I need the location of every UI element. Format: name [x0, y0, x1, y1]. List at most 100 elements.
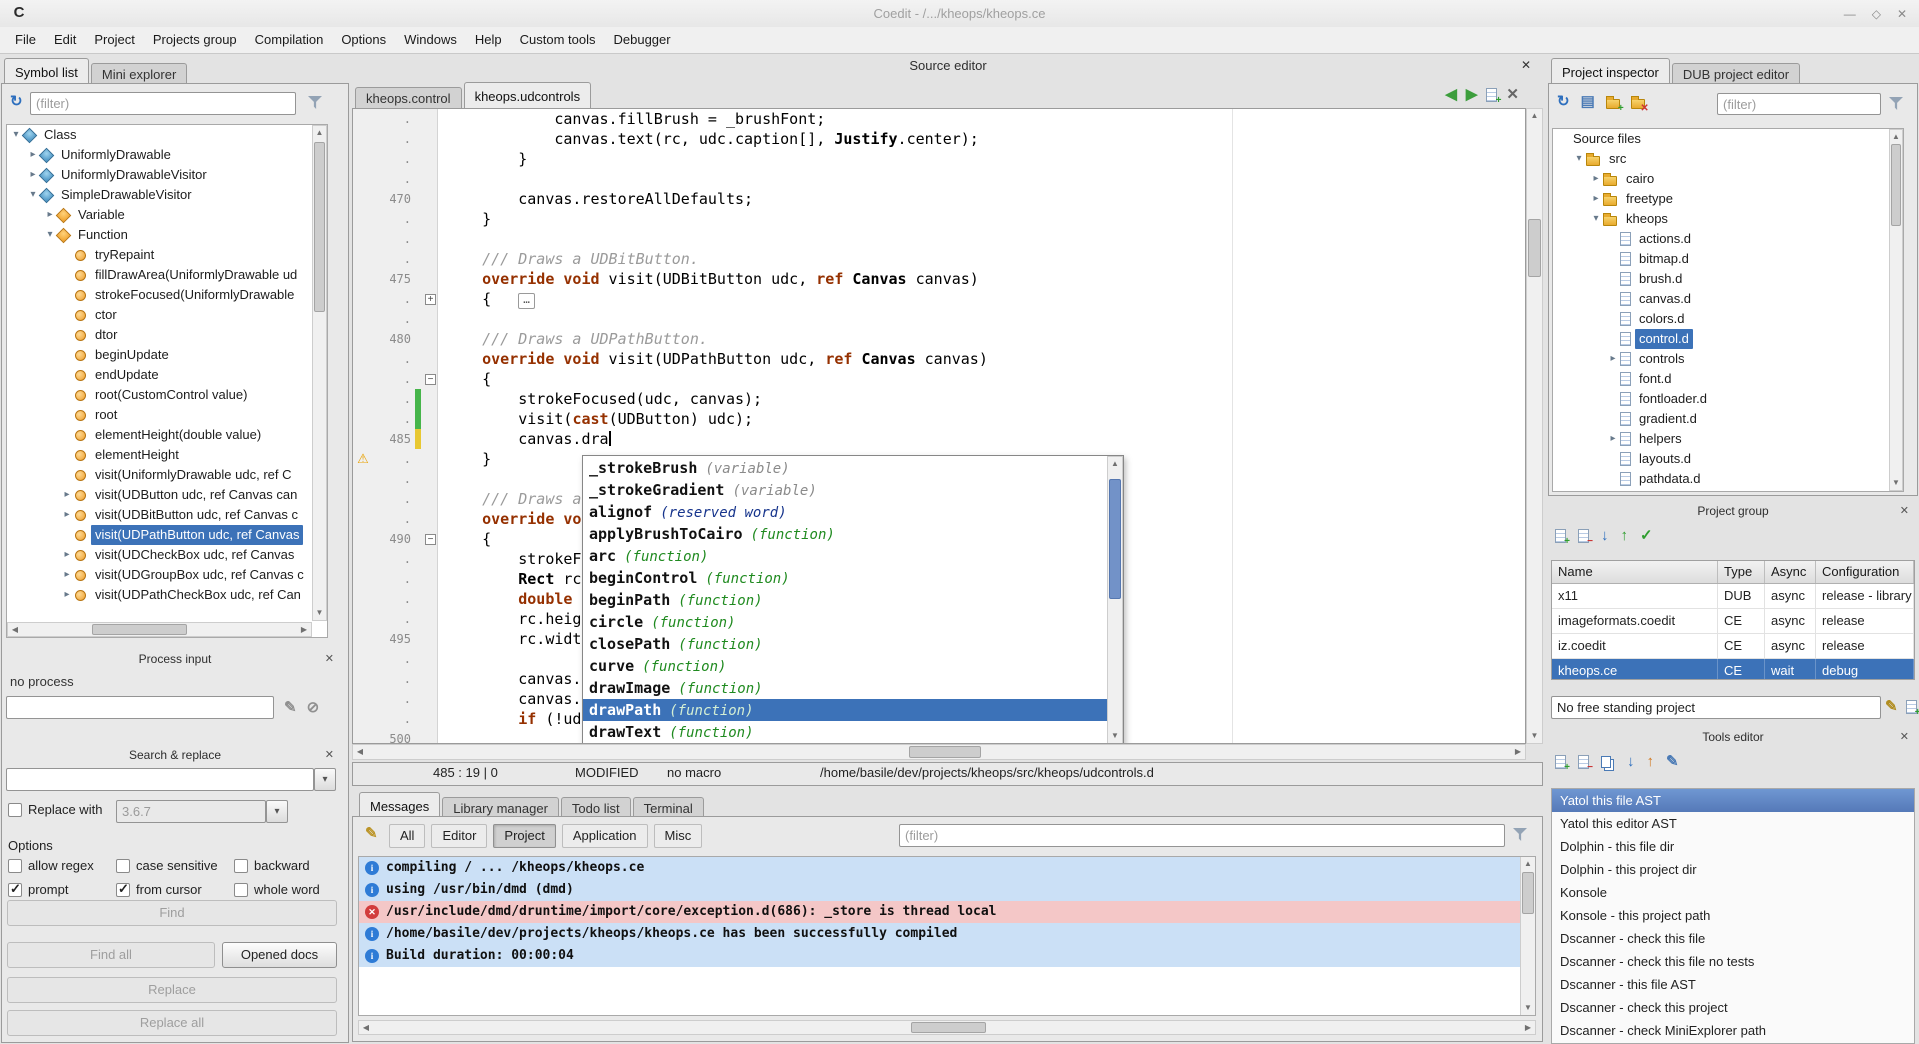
project-row-iz-coedit[interactable]: iz.coeditCEasyncrelease	[1552, 634, 1914, 659]
filter-editor-button[interactable]: Editor	[431, 824, 487, 848]
scrollbar-thumb[interactable]	[92, 624, 187, 635]
folded-code-chip[interactable]: …	[518, 293, 535, 309]
option-allow-regex[interactable]: allow regex	[8, 858, 116, 873]
expander-icon[interactable]: ▸	[60, 545, 74, 565]
expander-icon[interactable]: ▸	[60, 505, 74, 525]
project-row-x11[interactable]: x11DUBasyncrelease - library	[1552, 584, 1914, 609]
remove-file-icon[interactable]: ✕	[1631, 99, 1645, 109]
add-project-icon[interactable]: +	[1555, 529, 1566, 543]
message-row[interactable]: ✕/usr/include/dmd/druntime/import/core/e…	[359, 901, 1535, 923]
expander-icon[interactable]: ▸	[1606, 349, 1620, 369]
message-row[interactable]: icompiling / ... /kheops/kheops.ce	[359, 857, 1535, 879]
symbols-filter-icon[interactable]	[308, 96, 322, 109]
move-project-up-icon[interactable]: ↑	[1621, 528, 1629, 544]
completion-item-begincontrol[interactable]: beginControl(function)	[583, 567, 1107, 589]
scrollbar-thumb[interactable]	[909, 746, 981, 758]
file-brush-d[interactable]: brush.d	[1553, 269, 1903, 289]
scroll-down-icon[interactable]: ▼	[1527, 729, 1542, 743]
tool-item-dscanner-check-this-project[interactable]: Dscanner - check this project	[1552, 996, 1914, 1019]
clear-messages-icon[interactable]: ✎	[365, 826, 378, 842]
symbol-root-customcontrol-value[interactable]: root(CustomControl value)	[7, 385, 327, 405]
filter-misc-button[interactable]: Misc	[654, 824, 703, 848]
find-button[interactable]: Find	[7, 900, 337, 926]
replace-with-checkbox[interactable]: Replace with	[8, 802, 102, 817]
clone-tool-icon[interactable]	[1601, 756, 1611, 768]
symbol-visit-udbitbutton-udc-ref-canvas-c[interactable]: ▸visit(UDBitButton udc, ref Canvas c	[7, 505, 327, 525]
expander-icon[interactable]: ▸	[1606, 429, 1620, 449]
scroll-up-icon[interactable]: ▲	[1108, 457, 1122, 471]
column-header-type[interactable]: Type	[1718, 561, 1765, 583]
menu-options[interactable]: Options	[332, 27, 395, 53]
expander-icon[interactable]: ▸	[60, 485, 74, 505]
opened-docs-button[interactable]: Opened docs	[222, 942, 337, 968]
message-row[interactable]: i/home/basile/dev/projects/kheops/kheops…	[359, 923, 1535, 945]
scrollbar-thumb[interactable]	[1109, 479, 1121, 599]
whole-word-checkbox[interactable]	[234, 883, 248, 897]
symbol-visit-udpathbutton-udc-ref-canvas[interactable]: visit(UDPathButton udc, ref Canvas	[7, 525, 327, 545]
menu-compilation[interactable]: Compilation	[246, 27, 333, 53]
move-project-down-icon[interactable]: ↓	[1601, 528, 1609, 544]
scroll-down-icon[interactable]: ▼	[1108, 729, 1122, 743]
editor-tab-kheops-control[interactable]: kheops.control	[355, 87, 462, 110]
fold-toggle-icon[interactable]: −	[425, 374, 436, 385]
scroll-up-icon[interactable]: ▲	[1521, 857, 1535, 871]
prompt-checkbox[interactable]	[8, 883, 22, 897]
files-tree-vscrollbar[interactable]: ▲ ▼	[1889, 129, 1903, 491]
from-cursor-checkbox[interactable]	[116, 883, 130, 897]
scroll-right-icon[interactable]: ▶	[297, 623, 311, 636]
code-line[interactable]: 470 canvas.restoreAllDefaults;	[353, 189, 1525, 209]
menu-projects-group[interactable]: Projects group	[144, 27, 246, 53]
menu-custom-tools[interactable]: Custom tools	[511, 27, 605, 53]
move-tool-down-icon[interactable]: ↓	[1627, 754, 1635, 770]
remove-tool-icon[interactable]: −	[1578, 755, 1589, 769]
edit-free-project-icon[interactable]: ✎	[1885, 699, 1898, 715]
scroll-down-icon[interactable]: ▼	[313, 606, 326, 620]
scroll-right-icon[interactable]: ▶	[1521, 1021, 1535, 1034]
option-from-cursor[interactable]: from cursor	[116, 882, 234, 897]
symbol-visit-udcheckbox-udc-ref-canvas[interactable]: ▸visit(UDCheckBox udc, ref Canvas	[7, 545, 327, 565]
replace-button[interactable]: Replace	[7, 977, 337, 1003]
messages-vscrollbar[interactable]: ▲ ▼	[1520, 857, 1535, 1015]
new-document-icon[interactable]: +	[1486, 88, 1497, 102]
completion-item-curve[interactable]: curve(function)	[583, 655, 1107, 677]
completion-item-drawimage[interactable]: drawImage(function)	[583, 677, 1107, 699]
scroll-left-icon[interactable]: ◀	[359, 1021, 373, 1034]
file-helpers[interactable]: ▸helpers	[1553, 429, 1903, 449]
symbols-filter-input[interactable]	[30, 92, 296, 115]
symbol-endupdate[interactable]: endUpdate	[7, 365, 327, 385]
kill-process-icon[interactable]: ⊘	[307, 700, 320, 716]
option-case-sensitive[interactable]: case sensitive	[116, 858, 234, 873]
scroll-down-icon[interactable]: ▼	[1521, 1001, 1535, 1015]
filter-application-button[interactable]: Application	[562, 824, 648, 848]
expander-icon[interactable]: ▾	[1572, 149, 1586, 169]
symbol-beginupdate[interactable]: beginUpdate	[7, 345, 327, 365]
menu-windows[interactable]: Windows	[395, 27, 466, 53]
completion-item-strokebrush[interactable]: _strokeBrush(variable)	[583, 457, 1107, 479]
expander-icon[interactable]: ▾	[1589, 209, 1603, 229]
message-row[interactable]: iBuild duration: 00:00:04	[359, 945, 1535, 967]
column-header-name[interactable]: Name	[1552, 561, 1718, 583]
symbol-dtor[interactable]: dtor	[7, 325, 327, 345]
scrollbar-thumb[interactable]	[1528, 219, 1541, 277]
option-whole-word[interactable]: whole word	[234, 882, 344, 897]
search-history-dropdown[interactable]: ▾	[314, 768, 336, 791]
scroll-down-icon[interactable]: ▼	[1890, 476, 1902, 490]
close-process-input-icon[interactable]: ✕	[325, 652, 334, 665]
file-layouts-d[interactable]: layouts.d	[1553, 449, 1903, 469]
next-document-icon[interactable]: ▶	[1466, 87, 1478, 103]
case-sensitive-checkbox[interactable]	[116, 859, 130, 873]
symbol-simpledrawablevisitor[interactable]: ▾SimpleDrawableVisitor	[7, 185, 327, 205]
scroll-left-icon[interactable]: ◀	[353, 745, 367, 759]
replace-input[interactable]	[116, 800, 266, 823]
file-font-d[interactable]: font.d	[1553, 369, 1903, 389]
replace-history-dropdown[interactable]: ▾	[266, 800, 288, 823]
close-search-icon[interactable]: ✕	[325, 748, 334, 761]
replace-with-box[interactable]	[8, 803, 22, 817]
code-line[interactable]: 485 canvas.dra	[353, 429, 1525, 449]
option-backward[interactable]: backward	[234, 858, 344, 873]
fold-toggle-icon[interactable]: +	[425, 294, 436, 305]
symbol-ctor[interactable]: ctor	[7, 305, 327, 325]
file-fontloader-d[interactable]: fontloader.d	[1553, 389, 1903, 409]
expander-icon[interactable]: ▸	[60, 565, 74, 585]
symbol-tryrepaint[interactable]: tryRepaint	[7, 245, 327, 265]
